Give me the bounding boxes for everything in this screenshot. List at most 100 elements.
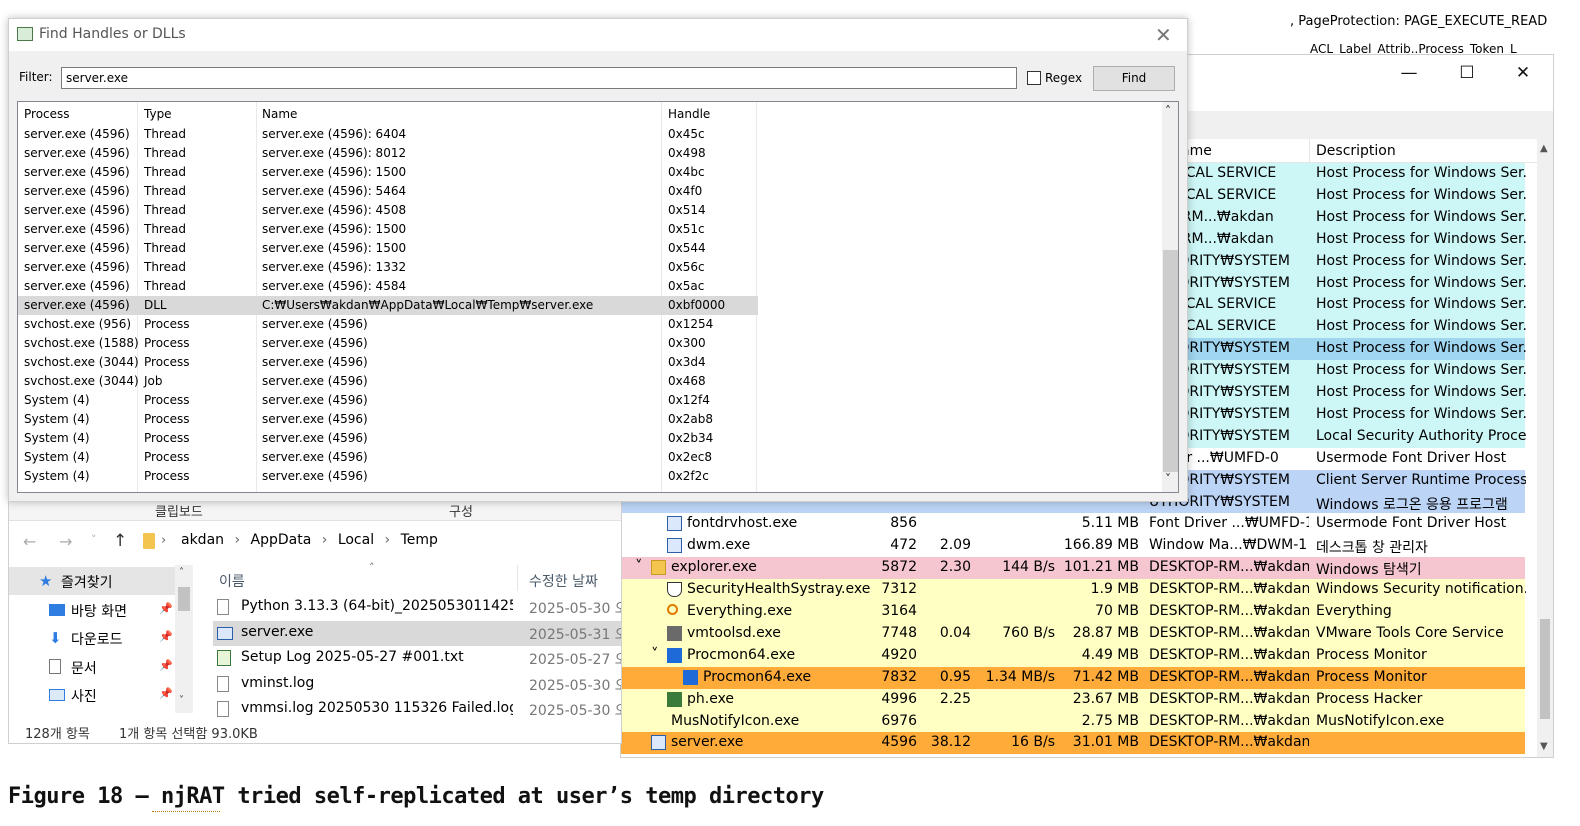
process-list-scrollbar[interactable]: ▲ ▼: [1537, 139, 1553, 757]
scroll-down-icon[interactable]: ▼: [1540, 741, 1548, 752]
scrollbar-thumb[interactable]: [1163, 250, 1178, 472]
nav-item[interactable]: 바탕 화면 📌: [9, 596, 185, 624]
process-row[interactable]: Everything.exe 3164 70 MB DESKTOP-RM...₩akd…: [621, 601, 1525, 623]
scroll-down-icon[interactable]: ˅: [1165, 472, 1171, 486]
process-row[interactable]: ph.exe 4996 2.25 23.67 MB DESKTOP-RM...₩akda…: [621, 688, 1525, 711]
find-button[interactable]: Find: [1093, 66, 1175, 91]
result-row[interactable]: System (4) Process server.exe (4596) 0x2f2c: [18, 467, 758, 486]
file-date: 2025-05-27 오: [529, 652, 622, 669]
result-row[interactable]: server.exe (4596) DLL C:₩Users₩akdan₩AppDa…: [18, 296, 758, 315]
file-row[interactable]: Setup Log 2025-05-27 #001.txt 2025-05-27 …: [213, 646, 622, 671]
process-description: Usermode Font Driver Host: [1316, 449, 1507, 466]
recent-chevron-icon[interactable]: ˅: [91, 533, 97, 546]
result-handle: 0x468: [668, 374, 706, 388]
column-handle[interactable]: Handle: [668, 107, 710, 121]
forward-arrow-icon[interactable]: →: [59, 532, 72, 551]
result-row[interactable]: server.exe (4596) Thread server.exe (4596)…: [18, 163, 758, 182]
scroll-up-icon[interactable]: ˄: [179, 567, 184, 578]
filter-input[interactable]: [61, 67, 1017, 89]
maximize-button[interactable]: ☐: [1447, 61, 1487, 85]
column-date-modified[interactable]: 수정한 날짜: [529, 571, 598, 591]
result-row[interactable]: svchost.exe (1588) Process server.exe (459…: [18, 334, 758, 353]
process-name: ph.exe: [687, 690, 735, 707]
result-row[interactable]: server.exe (4596) Thread server.exe (4596)…: [18, 144, 758, 163]
process-row[interactable]: SecurityHealthSystray.exe 7312 1.9 MB DESKT…: [621, 579, 1526, 602]
expand-chevron-icon[interactable]: ˅: [635, 557, 643, 575]
process-row[interactable]: dwm.exe 472 2.09 166.89 MB Window Ma...₩DWM-…: [621, 535, 1525, 558]
nav-item[interactable]: 사진 📌: [9, 681, 185, 709]
result-row[interactable]: server.exe (4596) Thread server.exe (4596)…: [18, 182, 758, 201]
column-description[interactable]: Description: [1316, 143, 1396, 159]
column-type[interactable]: Type: [144, 107, 172, 121]
result-row[interactable]: server.exe (4596) Thread server.exe (4596)…: [18, 125, 758, 144]
result-row[interactable]: server.exe (4596) Thread server.exe (4596)…: [18, 239, 758, 258]
expand-chevron-icon[interactable]: ˅: [651, 645, 659, 663]
breadcrumb-item[interactable]: Local: [338, 532, 374, 548]
column-name[interactable]: 이름: [219, 571, 245, 591]
scroll-down-icon[interactable]: ˅: [179, 695, 184, 706]
column-name[interactable]: Name: [262, 107, 297, 121]
result-row[interactable]: System (4) Process server.exe (4596) 0x2ab8: [18, 410, 758, 429]
scrollbar-thumb[interactable]: [178, 587, 190, 611]
result-row[interactable]: System (4) Process server.exe (4596) 0x12f4: [18, 391, 758, 410]
process-row[interactable]: ˅ explorer.exe 5872 2.30 144 B/s 101.21 MB DES…: [621, 557, 1525, 580]
result-row[interactable]: server.exe (4596) Thread server.exe (4596)…: [18, 220, 758, 239]
nav-pane-scrollbar[interactable]: ˄ ˅: [175, 565, 193, 713]
scroll-up-icon[interactable]: ▲: [1540, 143, 1548, 154]
magnifier-icon: [667, 604, 678, 615]
nav-item[interactable]: ★ 즐겨찾기: [9, 567, 185, 595]
result-row[interactable]: server.exe (4596) Thread server.exe (4596)…: [18, 201, 758, 220]
process-row[interactable]: vmtoolsd.exe 7748 0.04 760 B/s 28.87 MB DESKT…: [621, 622, 1525, 645]
column-process[interactable]: Process: [24, 107, 70, 121]
scroll-up-icon[interactable]: ˄: [1165, 104, 1171, 118]
column-separator[interactable]: [1309, 139, 1310, 163]
result-type: Thread: [144, 203, 186, 217]
minimize-button[interactable]: —: [1389, 61, 1429, 85]
process-row[interactable]: server.exe 4596 38.12 16 B/s 31.01 MB DESKTOP…: [621, 732, 1525, 755]
process-row[interactable]: ˅ Procmon64.exe 4920 4.49 MB DESKTOP-RM...₩a…: [621, 644, 1525, 667]
process-memory: 1.9 MB: [1090, 581, 1139, 598]
breadcrumb-path[interactable]: akdan › AppData › Local › Temp: [181, 532, 438, 548]
result-name: server.exe (4596): 4584: [262, 279, 407, 293]
result-row[interactable]: server.exe (4596) Thread server.exe (4596)…: [18, 258, 758, 277]
nav-item[interactable]: 문서 📌: [9, 653, 185, 681]
breadcrumb-item[interactable]: akdan: [181, 532, 224, 548]
back-arrow-icon[interactable]: ←: [23, 532, 36, 551]
regex-label[interactable]: Regex: [1045, 71, 1082, 85]
scrollbar-thumb[interactable]: [1540, 619, 1550, 719]
file-row[interactable]: Python 3.13.3 (64-bit)_20250530114256_..…: [213, 595, 621, 620]
process-description: Host Process for Windows Ser...: [1316, 252, 1526, 269]
process-row[interactable]: MusNotifyIcon.exe 6976 2.75 MB DESKTOP-RM..…: [621, 710, 1525, 733]
result-row[interactable]: System (4) Process server.exe (4596) 0x2b34: [18, 429, 758, 448]
result-row[interactable]: svchost.exe (3044) Job server.exe (4596) 0x…: [18, 372, 758, 391]
regex-checkbox[interactable]: [1027, 71, 1041, 85]
result-name: server.exe (4596): [262, 431, 368, 445]
nav-item[interactable]: ⬇ 다운로드 📌: [9, 624, 185, 652]
pin-icon[interactable]: 📌: [159, 659, 173, 672]
result-row[interactable]: server.exe (4596) Thread server.exe (4596)…: [18, 277, 758, 296]
breadcrumb-item[interactable]: Temp: [401, 532, 438, 548]
file-row[interactable]: vminst.log 2025-05-30 오: [213, 672, 621, 697]
pin-icon[interactable]: 📌: [159, 687, 173, 700]
dialog-titlebar: Find Handles or DLLs ✕: [9, 19, 1187, 51]
result-row[interactable]: svchost.exe (3044) Process server.exe (459…: [18, 353, 758, 372]
result-name: server.exe (4596): [262, 317, 368, 331]
pin-icon[interactable]: 📌: [159, 602, 173, 615]
breadcrumb[interactable]: › akdan › AppData › Local › Temp: [137, 529, 621, 555]
file-icon: [217, 701, 229, 718]
file-name: Setup Log 2025-05-27 #001.txt: [241, 649, 464, 666]
results-scrollbar[interactable]: ˄ ˅: [1162, 102, 1178, 492]
up-arrow-icon[interactable]: ↑: [113, 531, 127, 551]
column-separator[interactable]: [517, 565, 518, 591]
file-row[interactable]: server.exe 2025-05-31 오: [213, 620, 621, 646]
breadcrumb-item[interactable]: AppData: [251, 532, 312, 548]
process-cpu: 2.09: [939, 537, 971, 554]
pin-icon[interactable]: 📌: [159, 630, 173, 643]
close-button[interactable]: ✕: [1155, 23, 1172, 47]
process-row[interactable]: Procmon64.exe 7832 0.95 1.34 MB/s 71.42 MB DE…: [621, 666, 1525, 689]
close-button[interactable]: ✕: [1503, 61, 1543, 85]
process-user: DESKTOP-RM...₩akdan: [1149, 668, 1309, 685]
process-row[interactable]: fontdrvhost.exe 856 5.11 MB Font Driver ...…: [621, 513, 1525, 536]
result-row[interactable]: svchost.exe (956) Process server.exe (4596…: [18, 315, 758, 334]
result-row[interactable]: System (4) Process server.exe (4596) 0x2ec8: [18, 448, 758, 467]
